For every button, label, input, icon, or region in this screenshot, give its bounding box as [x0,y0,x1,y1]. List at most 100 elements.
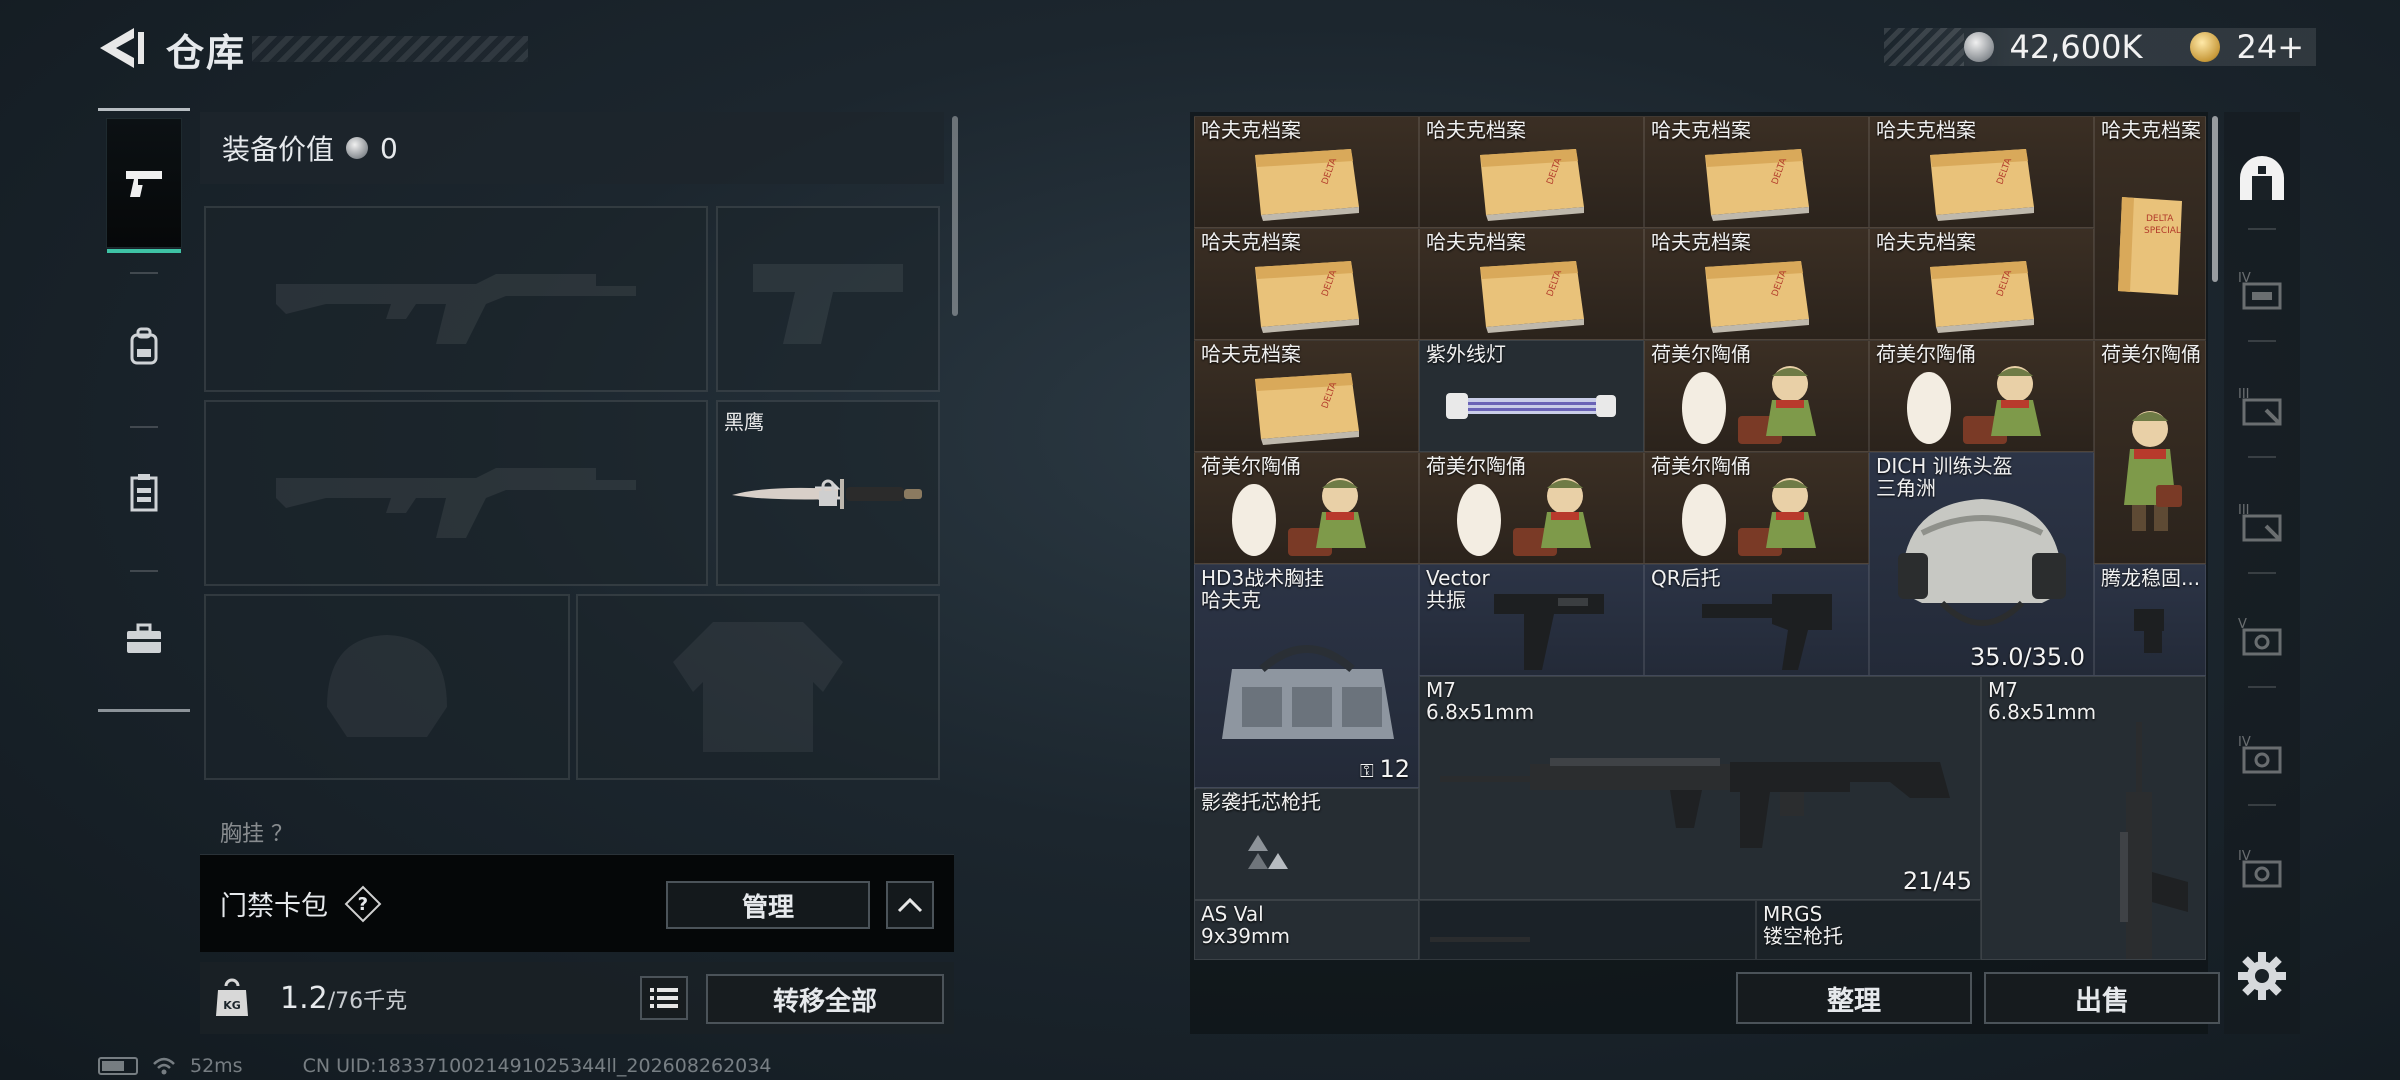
inventory-item[interactable]: 哈夫克档案 DELTA [1869,116,2094,228]
item-name: 哈夫克档案 [1426,118,1526,142]
inventory-item[interactable]: QR后托 [1644,564,1869,676]
rifle-silhouette-icon [276,468,636,538]
inventory-item[interactable]: AS Val 9x39mm [1194,900,1419,960]
weight-readout: 1.2/76千克 [280,981,407,1016]
inventory-item[interactable]: 影袭托芯枪托 [1194,788,1419,900]
inventory-item[interactable]: 哈夫克档案 DELTA [1644,116,1869,228]
inventory-item[interactable]: 哈夫克档案 DELTA [1869,228,2094,340]
safe-box-icon [2240,156,2284,200]
currency-decoration [1883,28,1964,66]
inventory-item[interactable]: HD3战术胸挂 哈夫克 ⚿ 12 [1194,564,1419,788]
primary-weapon-slot[interactable] [204,206,708,392]
tab-storage-iii-b[interactable]: III [2232,492,2292,552]
lock-icon [819,479,837,506]
inventory-item[interactable]: 哈夫克档案 DELTA [1194,116,1419,228]
figurine-icon [1681,477,1816,556]
helmet-slot[interactable] [204,594,570,780]
chest-rig-label: 胸挂 ？ [220,822,293,847]
armor-slot[interactable] [576,594,940,780]
slot-count: ⚿ 12 [1360,755,1410,783]
tab-storage-iii[interactable]: III [2232,376,2292,436]
item-name: 荷美尔陶俑 [1651,454,1751,478]
tab-storage-iv[interactable]: IV [2232,260,2292,320]
inventory-item[interactable]: 哈夫克档案 DELTA [1419,116,1644,228]
item-name: 影袭托芯枪托 [1201,790,1321,814]
item-name: AS Val 9x39mm [1201,902,1290,948]
melee-slot[interactable]: 黑鹰 [716,400,940,586]
document-file-icon: DELTA [1479,148,1584,221]
svg-text:SPECIAL: SPECIAL [2144,226,2181,236]
ping-value: 52ms [190,1055,243,1077]
inventory-item[interactable] [1419,900,1756,960]
inventory-item[interactable]: 哈夫克档案 DELTA [1194,340,1419,452]
document-file-icon: DELTA [1929,260,2034,333]
tab-toolbox[interactable] [106,574,182,704]
tab-storage-iv-c[interactable]: IV [2232,838,2292,898]
item-name: 哈夫克档案 [1876,230,1976,254]
list-view-button[interactable] [640,976,688,1020]
tab-storage-iv-b[interactable]: IV [2232,724,2292,784]
manage-button[interactable]: 管理 [666,881,870,929]
sort-button[interactable]: 整理 [1736,972,1972,1024]
backpack-icon [130,327,158,365]
inventory-item[interactable]: 荷美尔陶俑 [1869,340,2094,452]
equipment-scrollbar[interactable] [952,116,958,316]
transfer-all-button[interactable]: 转移全部 [706,974,944,1024]
list-icon [650,988,678,1008]
figurine-icon [1906,365,2041,444]
inventory-item[interactable]: 荷美尔陶俑 [1644,452,1869,564]
inventory-item[interactable]: M7 6.8x51mm [1981,676,2206,960]
storage-iv-icon: IV [2238,271,2282,310]
back-button[interactable] [96,26,146,70]
tab-safe-box[interactable] [2232,148,2292,208]
settings-button[interactable] [2236,950,2288,1002]
storage-iii-b-icon: III [2238,503,2282,542]
wifi-icon [153,1057,175,1075]
back-arrow-icon [100,28,144,68]
help-icon[interactable]: ? [344,885,382,922]
sidearm-slot[interactable] [716,206,940,392]
inventory-item[interactable]: 荷美尔陶俑 [1194,452,1419,564]
status-bar: 52ms CN UID:1833710021491025344ll_202608… [98,1054,771,1078]
storage-iv-c-icon: IV [2238,849,2282,888]
inventory-item[interactable]: Vector 共振 [1419,564,1644,676]
secondary-weapon-slot[interactable] [204,400,708,586]
document-file-icon: DELTA [1704,260,1809,333]
sell-button[interactable]: 出售 [1984,972,2220,1024]
weight-max: /76千克 [327,988,408,1014]
document-file-icon: DELTA SPECIAL [2118,196,2182,295]
document-file-icon: DELTA [1704,148,1809,221]
tab-vest[interactable] [106,428,182,558]
inventory-item[interactable]: DICH 训练头盔 三角洲 35.0/35.0 [1869,452,2094,676]
item-name: 哈夫克档案 [1651,230,1751,254]
inventory-item[interactable]: 紫外线灯 [1419,340,1644,452]
tab-weapons[interactable] [106,118,182,253]
figurine-icon [1681,365,1816,444]
inventory-item[interactable]: MRGS 镂空枪托 [1756,900,1981,960]
silver-currency-value: 42,600K [2009,28,2143,66]
figurine-icon [1456,477,1591,556]
inventory-scrollbar[interactable] [2212,116,2218,282]
item-name: 荷美尔陶俑 [1426,454,1526,478]
tab-backpack[interactable] [106,282,182,412]
inventory-item[interactable]: 哈夫克档案 DELTA [1644,228,1869,340]
page-title: 仓库 [166,31,247,75]
inventory-item[interactable]: 腾龙稳固... [2094,564,2206,676]
document-file-icon: DELTA [1254,260,1359,333]
collapse-button[interactable] [886,881,934,929]
left-tab-bar [98,108,190,712]
silver-coin-icon [346,137,369,159]
stock-icon [1701,593,1832,670]
storage-tab-bar: IV III III V IV IV [2224,112,2300,1034]
attachment-part-icon [2134,608,2164,653]
inventory-item[interactable]: 哈夫克档案 DELTA [1194,228,1419,340]
foregrip-icon [1494,593,1605,670]
inventory-item[interactable]: 哈夫克档案 DELTA SPECIAL [2094,116,2206,340]
inventory-item[interactable]: 荷美尔陶俑 [1419,452,1644,564]
inventory-item[interactable]: 荷美尔陶俑 [1644,340,1869,452]
inventory-item[interactable]: 荷美尔陶俑 [2094,340,2206,564]
inventory-item[interactable]: 哈夫克档案 DELTA [1419,228,1644,340]
tab-storage-v[interactable]: V [2232,606,2292,666]
inventory-item[interactable]: M7 6.8x51mm 21/45 [1419,676,1981,900]
uv-lamp-icon [1445,392,1616,419]
